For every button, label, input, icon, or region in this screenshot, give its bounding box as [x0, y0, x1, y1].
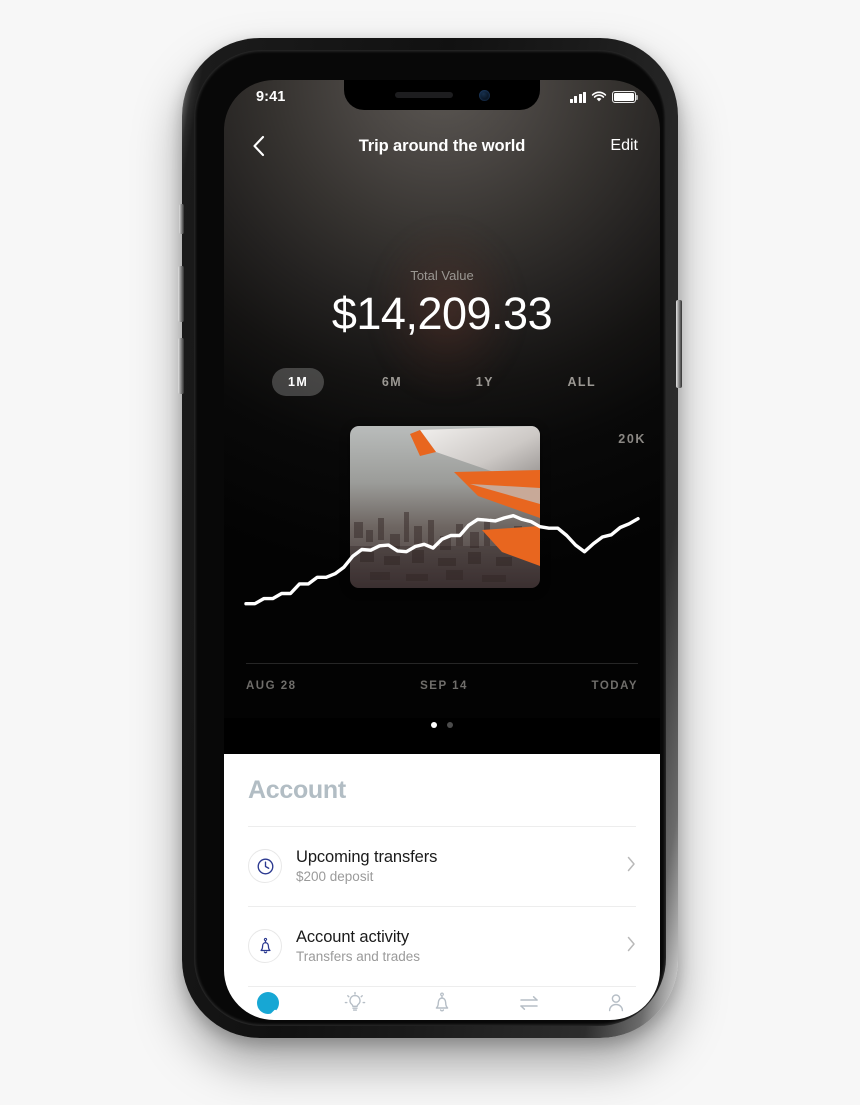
- battery-full-icon: [612, 91, 639, 103]
- tab-notifications[interactable]: [398, 986, 485, 1020]
- tab-insights[interactable]: [311, 986, 398, 1020]
- transfer-arrows-icon: [520, 996, 538, 1010]
- bell-icon: [248, 929, 282, 963]
- range-option-all[interactable]: ALL: [552, 368, 613, 396]
- pagination-dot-1[interactable]: [431, 722, 437, 728]
- bottom-tab-bar: [224, 986, 660, 1020]
- list-item-account-activity[interactable]: Account activity Transfers and trades: [224, 906, 660, 986]
- list-item-title: Account activity: [296, 928, 410, 946]
- chart-x-axis-labels: AUG 28 SEP 14 TODAY: [246, 680, 638, 692]
- list-item-text: Account activity Transfers and trades: [296, 928, 420, 964]
- lightbulb-icon: [344, 991, 366, 1011]
- chart-line-svg: [244, 513, 640, 606]
- app-logo-icon: [256, 992, 279, 1014]
- time-range-selector: 1M 6M 1Y ALL: [272, 366, 612, 398]
- list-item-upcoming-transfers[interactable]: Upcoming transfers $200 deposit: [224, 826, 660, 906]
- front-camera-icon: [478, 89, 490, 101]
- pagination-dot-2[interactable]: [447, 722, 453, 728]
- cellular-signal-icon: [569, 91, 586, 103]
- chevron-left-icon[interactable]: [246, 134, 270, 158]
- total-value-label: Total Value: [410, 268, 474, 283]
- total-value-amount: $14,209.33: [331, 288, 553, 339]
- volume-up-button[interactable]: [178, 266, 184, 322]
- device-notch: [344, 80, 540, 110]
- status-indicators: [569, 91, 639, 103]
- edit-button[interactable]: Edit: [610, 137, 638, 155]
- pagination-dots: [224, 722, 660, 728]
- status-time: 9:41: [256, 89, 286, 105]
- phone-bezel: 9:41 Trip around the world Edit Total Va…: [194, 50, 666, 1026]
- wifi-icon: [591, 91, 607, 102]
- tab-transfers[interactable]: [486, 986, 573, 1020]
- volume-down-button[interactable]: [178, 338, 184, 394]
- chart-axis-line: [246, 663, 638, 664]
- x-tick-aug-28: AUG 28: [246, 680, 297, 692]
- page-title: Trip around the world: [358, 136, 526, 155]
- person-icon: [609, 994, 624, 1012]
- mute-switch[interactable]: [179, 204, 184, 234]
- section-title-account: Account: [248, 776, 346, 804]
- power-button[interactable]: [676, 300, 682, 388]
- earpiece-speaker-icon: [394, 92, 453, 98]
- navigation-bar: Trip around the world Edit: [224, 118, 660, 174]
- tab-profile[interactable]: [573, 986, 660, 1020]
- phone-screen: 9:41 Trip around the world Edit Total Va…: [224, 80, 660, 1020]
- list-item-title: Upcoming transfers: [296, 848, 438, 866]
- portfolio-value-chart[interactable]: 20K: [224, 420, 660, 640]
- clock-icon: [248, 849, 282, 883]
- x-tick-sep-14: SEP 14: [420, 680, 468, 692]
- range-option-1y[interactable]: 1Y: [460, 368, 510, 396]
- bell-icon: [435, 992, 449, 1012]
- chevron-right-icon[interactable]: [627, 856, 636, 877]
- list-item-subtitle: $200 deposit: [296, 869, 374, 884]
- range-option-1m[interactable]: 1M: [272, 368, 325, 396]
- chevron-right-icon[interactable]: [627, 936, 636, 957]
- phone-frame: 9:41 Trip around the world Edit Total Va…: [178, 38, 682, 1038]
- list-item-subtitle: Transfers and trades: [296, 949, 421, 964]
- account-sheet: Account Upcoming transfers $200 deposit: [224, 754, 660, 1020]
- tab-home[interactable]: [224, 986, 311, 1020]
- x-tick-today: TODAY: [591, 680, 638, 692]
- list-item-text: Upcoming transfers $200 deposit: [296, 848, 437, 884]
- range-option-6m[interactable]: 6M: [366, 368, 418, 396]
